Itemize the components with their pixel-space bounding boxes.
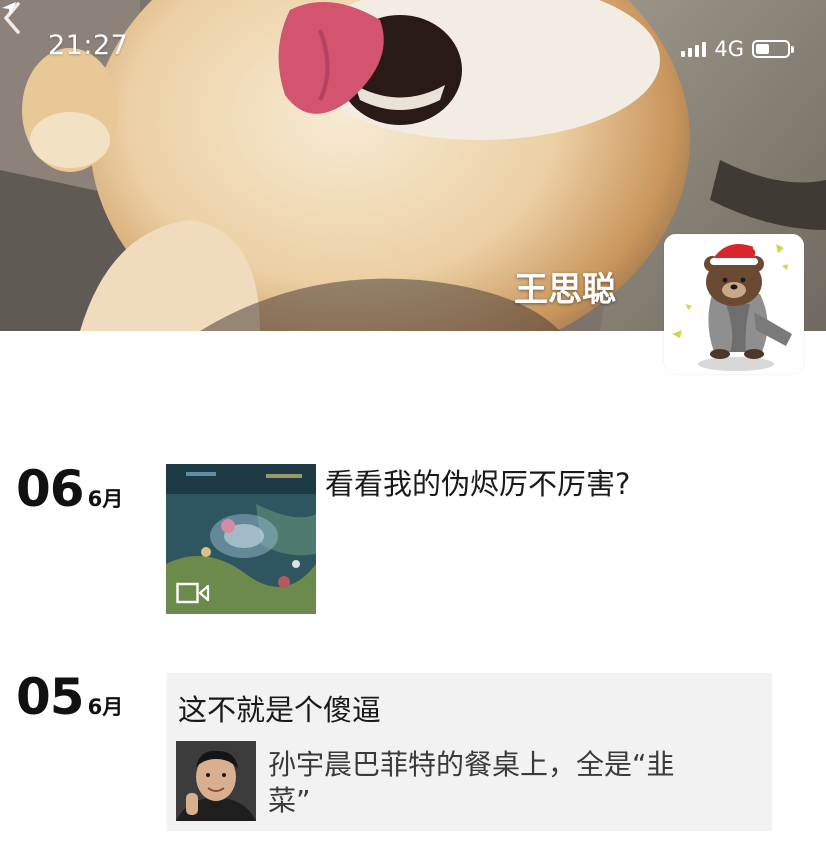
post-day: 06: [16, 460, 85, 518]
profile-avatar[interactable]: [664, 234, 804, 374]
bear-avatar-icon: [664, 234, 804, 374]
post-date: 05 6月: [16, 668, 123, 726]
post-day: 05: [16, 668, 85, 726]
post-month: 6月: [87, 487, 124, 511]
post-text: 这不就是个傻逼: [178, 693, 382, 727]
post-month: 6月: [87, 695, 124, 719]
profile-name: 王思聪: [514, 270, 616, 310]
post-text: 看看我的伪烬厉不厉害?: [325, 467, 631, 501]
video-camera-icon: [176, 582, 210, 604]
person-photo-image: [176, 741, 256, 821]
battery-icon: [752, 40, 794, 58]
link-thumbnail: [176, 741, 256, 821]
status-indicators: 4G: [681, 36, 794, 62]
signal-strength-icon: [681, 41, 707, 57]
status-time: 21:27: [48, 30, 129, 61]
moment-post: 06 6月 看看我的伪烬厉不厉害?: [0, 460, 826, 620]
post-date: 06 6月: [16, 460, 123, 518]
back-arrow-icon[interactable]: [0, 0, 24, 36]
network-type: 4G: [714, 37, 744, 61]
video-thumbnail[interactable]: [166, 464, 316, 614]
moments-page: 21:27 4G 王思聪 06 6月 看看我的伪烬厉不厉害? 05 6月 这不就…: [0, 0, 826, 866]
shared-link-card[interactable]: 这不就是个傻逼 孙宇晨巴菲特的餐桌上，全是“韭菜”: [167, 673, 772, 831]
shared-link-title: 孙宇晨巴菲特的餐桌上，全是“韭菜”: [268, 748, 675, 817]
moment-post: 05 6月 这不就是个傻逼 孙宇晨巴菲特的餐桌上，全是“韭菜”: [0, 668, 826, 838]
